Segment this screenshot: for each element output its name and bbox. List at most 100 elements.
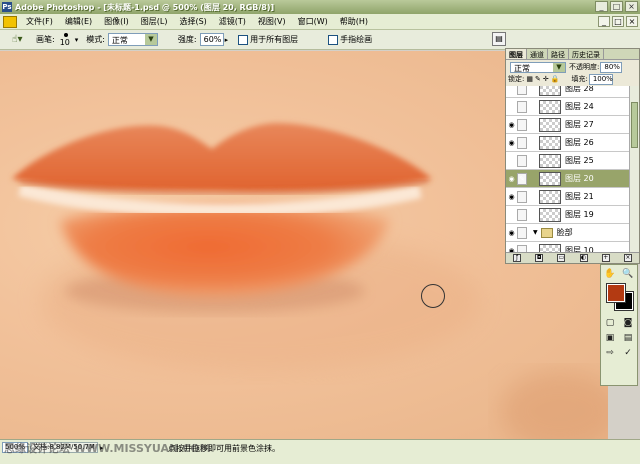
adjustment-layer-icon[interactable]: ◐ <box>579 254 588 262</box>
strength-label: 强度: <box>177 35 197 44</box>
tab-paths[interactable]: 路径 <box>548 49 569 59</box>
menu-window[interactable]: 窗口(W) <box>292 16 334 27</box>
tab-layers[interactable]: 图层 <box>506 49 527 59</box>
quick-mask-icon[interactable]: ◙ <box>621 317 635 329</box>
layer-row[interactable]: 图层 19 <box>506 206 631 224</box>
menu-edit[interactable]: 编辑(E) <box>59 16 98 27</box>
menu-image[interactable]: 图像(I) <box>98 16 135 27</box>
menu-filter[interactable]: 滤镜(T) <box>213 16 252 27</box>
layer-row[interactable]: 图层 25 <box>506 152 631 170</box>
link-toggle-icon[interactable] <box>517 208 527 221</box>
lock-image-icon[interactable]: ✎ <box>535 75 541 83</box>
layer-row[interactable]: 图层 24 <box>506 98 631 116</box>
folder-icon <box>540 227 553 238</box>
screen-mode-standard-icon[interactable]: ▣ <box>603 332 617 344</box>
layer-row[interactable]: ◉ ✎ 图层 20 <box>506 170 631 188</box>
brush-size-value: 10 <box>59 37 70 47</box>
mode-value: 正常 <box>111 36 128 45</box>
layer-name: 图层 24 <box>565 102 594 111</box>
doc-close-button[interactable]: × <box>626 16 638 27</box>
foreground-color-swatch[interactable] <box>606 283 626 303</box>
link-toggle-icon[interactable] <box>517 118 527 131</box>
tool-options-bar: ☝▾ 画笔: 10 ▾ 模式: 正常 ▼ 强度: 60% ▸ 用于所有图层 手指… <box>0 30 640 50</box>
opacity-label: 不透明度: <box>569 63 600 71</box>
standard-mode-icon[interactable]: ▢ <box>603 317 617 329</box>
photoshop-logo-icon[interactable] <box>3 15 17 28</box>
layer-name: 图层 26 <box>565 138 594 147</box>
close-button[interactable]: × <box>625 1 638 12</box>
layer-row[interactable]: 图层 28 <box>506 86 631 98</box>
photoshop-app-icon: Ps <box>2 2 12 12</box>
visibility-eye-icon[interactable]: ◉ <box>506 175 517 183</box>
slider-arrow-icon[interactable]: ▸ <box>225 36 229 44</box>
fill-input[interactable]: 100% <box>588 73 613 85</box>
doc-restore-button[interactable]: □ <box>612 16 624 27</box>
screen-mode-full-icon[interactable]: ▤ <box>621 332 635 344</box>
layer-thumbnail <box>539 117 561 132</box>
layer-name: 图层 25 <box>565 156 594 165</box>
doc-minimize-button[interactable]: _ <box>598 16 610 27</box>
mode-select[interactable]: 正常 ▼ <box>107 33 158 46</box>
scrollbar-thumb[interactable] <box>631 102 638 148</box>
menu-file[interactable]: 文件(F) <box>20 16 59 27</box>
check-icon[interactable]: ✓ <box>621 347 635 359</box>
strength-input[interactable]: 60% <box>199 33 224 46</box>
brush-label: 画笔: <box>36 35 55 44</box>
menu-view[interactable]: 视图(V) <box>252 16 292 27</box>
layer-list[interactable]: 图层 28 图层 24 ◉ 图层 27 ◉ 图层 26 图层 25 ◉ ✎ 图层 20 ◉ 图层 21… <box>506 86 631 254</box>
visibility-eye-icon[interactable]: ◉ <box>506 139 517 147</box>
lock-transparency-icon[interactable]: ▦ <box>526 75 533 83</box>
jump-to-imageready-icon[interactable]: ⇨ <box>603 347 617 359</box>
hand-tool-icon[interactable]: ✋ <box>603 268 617 280</box>
new-layer-icon[interactable]: + <box>601 254 610 262</box>
blend-mode-value: 正常 <box>514 63 530 73</box>
layer-style-icon[interactable]: ƒ <box>513 254 522 262</box>
add-mask-icon[interactable]: ◘ <box>535 254 544 262</box>
finger-painting-checkbox[interactable] <box>328 34 339 45</box>
sample-all-layers-checkbox[interactable] <box>238 34 249 45</box>
visibility-eye-icon[interactable]: ◉ <box>506 121 517 129</box>
layers-scrollbar[interactable] <box>629 86 639 254</box>
menu-layer[interactable]: 图层(L) <box>135 16 174 27</box>
trash-icon[interactable]: × <box>623 254 632 262</box>
lock-all-icon[interactable]: 🔒 <box>551 75 560 83</box>
link-toggle-icon[interactable] <box>517 226 527 239</box>
brush-picker[interactable]: 10 <box>58 32 74 48</box>
menu-select[interactable]: 选择(S) <box>173 16 212 27</box>
watermark-text: 思缘设计论坛 WWW.MISSYUAN.COM <box>4 442 211 455</box>
layer-name: 图层 20 <box>565 174 594 183</box>
lock-position-icon[interactable]: ✛ <box>543 75 549 83</box>
tab-history[interactable]: 历史记录 <box>569 49 604 59</box>
status-bar: 500% 文档:8.82M/50.7M ▸ 点按并拖移即可用前景色涂抹。 思缘设… <box>0 439 640 464</box>
layer-row[interactable]: ◉ 图层 27 <box>506 116 631 134</box>
layer-thumbnail <box>539 99 561 114</box>
layer-row[interactable]: ◉ 图层 26 <box>506 134 631 152</box>
visibility-eye-icon[interactable]: ◉ <box>506 193 517 201</box>
opacity-input[interactable]: 80% <box>600 61 623 73</box>
layer-name: 脸部 <box>556 228 573 237</box>
brush-indicator-icon[interactable]: ✎ <box>517 172 527 185</box>
layer-thumbnail <box>539 153 561 168</box>
link-toggle-icon[interactable] <box>517 154 527 167</box>
menu-help[interactable]: 帮助(H) <box>334 16 374 27</box>
link-toggle-icon[interactable] <box>517 190 527 203</box>
layer-row[interactable]: ◉ 图层 21 <box>506 188 631 206</box>
chevron-down-icon: ▼ <box>553 62 565 72</box>
link-toggle-icon[interactable] <box>517 100 527 113</box>
palette-well-icon[interactable]: ▤ <box>492 32 506 46</box>
chevron-down-icon[interactable]: ▾ <box>75 36 79 44</box>
link-toggle-icon[interactable] <box>517 136 527 149</box>
blend-mode-select[interactable]: 正常 ▼ <box>510 61 566 73</box>
minimize-button[interactable]: _ <box>595 1 608 12</box>
smudge-tool-preset-icon[interactable]: ☝▾ <box>6 32 28 48</box>
layer-thumbnail <box>539 189 561 204</box>
maximize-button[interactable]: □ <box>610 1 623 12</box>
zoom-tool-icon[interactable]: 🔍 <box>621 268 635 280</box>
visibility-eye-icon[interactable]: ◉ <box>506 229 517 237</box>
toolbox: ✋ 🔍 ▢ ◙ ▣ ▤ ⇨ ✓ <box>600 264 638 386</box>
expand-triangle-icon[interactable]: ▼ <box>533 229 538 236</box>
layer-row[interactable]: ◉ ▼ 脸部 <box>506 224 631 242</box>
link-toggle-icon[interactable] <box>517 86 527 95</box>
tab-channels[interactable]: 通道 <box>527 49 548 59</box>
new-set-icon[interactable]: ▭ <box>557 254 566 262</box>
